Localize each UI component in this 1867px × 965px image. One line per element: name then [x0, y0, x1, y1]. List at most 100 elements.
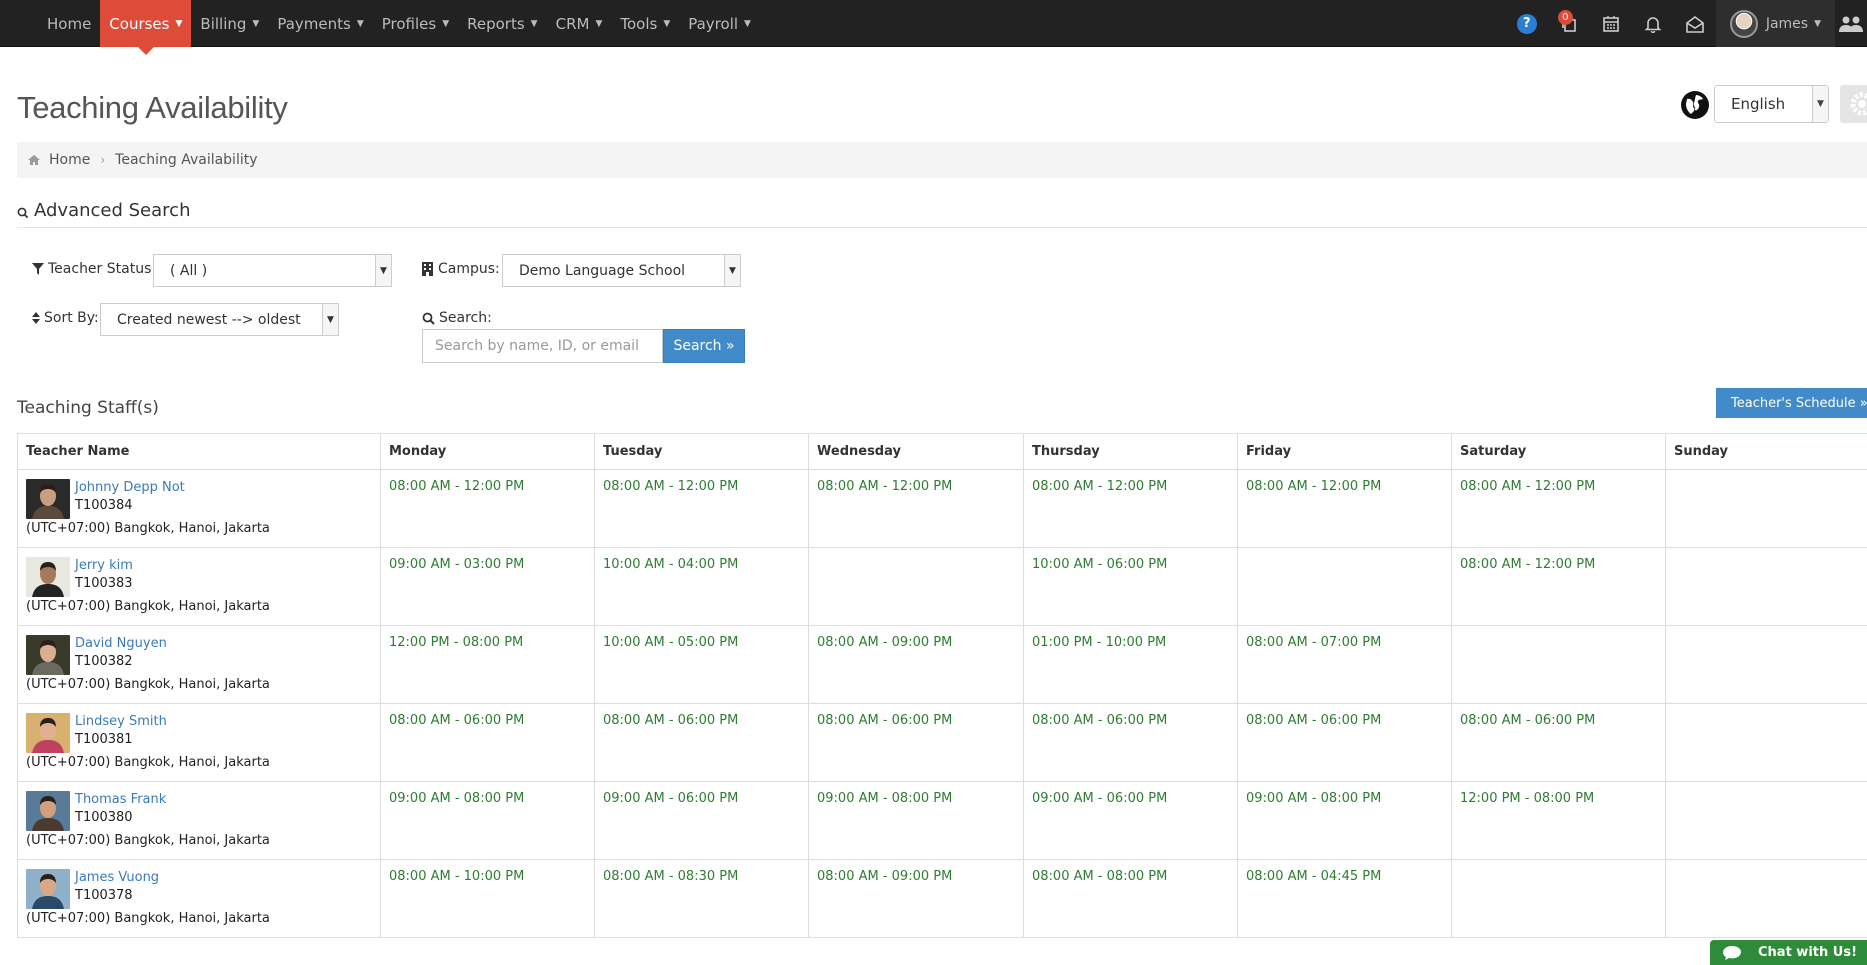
- availability-slot: 09:00 AM - 08:00 PM: [389, 791, 525, 806]
- availability-cell: 09:00 AM - 06:00 PM: [594, 781, 809, 860]
- availability-cell: [1665, 547, 1867, 626]
- chat-label: Chat with Us!: [1758, 945, 1857, 960]
- availability-slot: 09:00 AM - 08:00 PM: [1246, 791, 1382, 806]
- envelope-open-icon: [1686, 15, 1704, 33]
- notifications-button[interactable]: [1632, 0, 1674, 47]
- availability-cell: 12:00 PM - 08:00 PM: [380, 625, 595, 704]
- chevron-down-icon: ▼: [724, 255, 740, 286]
- language-select[interactable]: English ▼: [1714, 85, 1829, 123]
- teacher-name-link[interactable]: James Vuong: [26, 869, 372, 886]
- teacher-id: T100381: [75, 732, 133, 747]
- availability-cell: [1665, 859, 1867, 938]
- teacher-status-value: ( All ): [170, 262, 208, 279]
- availability-cell: 08:00 AM - 09:00 PM: [808, 625, 1024, 704]
- availability-cell: [1665, 469, 1867, 548]
- main-nav: Home Courses ▼ Billing ▼ Payments ▼ Profiles ▼ Re…: [38, 0, 760, 55]
- availability-cell: 08:00 AM - 12:00 PM: [1023, 469, 1238, 548]
- teacher-name-link[interactable]: Thomas Frank: [26, 791, 372, 808]
- nav-item-label: Home: [47, 14, 92, 33]
- nav-item-payroll[interactable]: Payroll ▼: [679, 0, 760, 47]
- help-button[interactable]: ?: [1506, 0, 1548, 47]
- availability-cell: 09:00 AM - 08:00 PM: [1237, 781, 1452, 860]
- breadcrumb-home-link[interactable]: Home: [49, 152, 90, 168]
- teacher-cell: Johnny Depp Not T100384 (UTC+07:00) Bangko…: [17, 469, 381, 548]
- filter-icon: [32, 263, 44, 275]
- availability-cell: [1451, 625, 1666, 704]
- teaching-staff-table: Teacher Name Monday Tuesday Wednesday Thursd…: [17, 433, 1867, 938]
- breadcrumb: Home › Teaching Availability: [17, 142, 1867, 178]
- availability-slot: 10:00 AM - 06:00 PM: [1032, 557, 1168, 572]
- availability-slot: 12:00 PM - 08:00 PM: [389, 635, 524, 650]
- availability-cell: 10:00 AM - 06:00 PM: [1023, 547, 1238, 626]
- availability-slot: 08:00 AM - 07:00 PM: [1246, 635, 1382, 650]
- teacher-id: T100383: [75, 576, 133, 591]
- tasks-button[interactable]: 0: [1548, 0, 1590, 47]
- search-input[interactable]: [422, 329, 663, 363]
- teacher-id: T100380: [75, 810, 133, 825]
- search-label: Search:: [422, 310, 492, 326]
- nav-item-crm[interactable]: CRM ▼: [547, 0, 612, 47]
- chevron-down-icon: ▼: [595, 18, 603, 29]
- sort-label: Sort By:: [32, 310, 99, 326]
- nav-item-label: Billing: [200, 14, 247, 33]
- nav-item-reports[interactable]: Reports ▼: [458, 0, 546, 47]
- nav-item-courses[interactable]: Courses ▼: [100, 0, 192, 55]
- campus-select[interactable]: Demo Language School ▼: [502, 254, 741, 287]
- availability-cell: 08:00 AM - 06:00 PM: [594, 703, 809, 782]
- availability-cell: [1665, 625, 1867, 704]
- user-name: James: [1765, 15, 1809, 32]
- chevron-down-icon: ▼: [356, 18, 364, 29]
- availability-slot: 08:00 AM - 12:00 PM: [603, 479, 739, 494]
- column-header-sunday: Sunday: [1665, 433, 1867, 470]
- nav-item-label: Payments: [277, 14, 351, 33]
- teacher-schedule-button[interactable]: Teacher's Schedule »: [1716, 388, 1867, 418]
- table-row: Thomas Frank T100380 (UTC+07:00) Bangkok, …: [17, 781, 1867, 860]
- availability-slot: 08:00 AM - 06:00 PM: [389, 713, 525, 728]
- user-menu[interactable]: James ▼: [1715, 0, 1835, 47]
- availability-slot: 08:00 AM - 12:00 PM: [817, 479, 953, 494]
- teacher-cell: David Nguyen T100382 (UTC+07:00) Bangkok, …: [17, 625, 381, 704]
- nav-item-home[interactable]: Home: [38, 0, 100, 47]
- nav-item-tools[interactable]: Tools ▼: [611, 0, 679, 47]
- sort-select[interactable]: Created newest --> oldest ▼: [100, 303, 339, 336]
- availability-slot: 08:00 AM - 09:00 PM: [817, 869, 953, 884]
- search-icon: [17, 207, 29, 218]
- availability-slot: 10:00 AM - 05:00 PM: [603, 635, 739, 650]
- teacher-photo: [26, 791, 70, 831]
- teacher-schedule-label: Teacher's Schedule »: [1731, 395, 1867, 411]
- building-icon: [422, 262, 433, 276]
- search-button[interactable]: Search »: [663, 329, 745, 363]
- availability-slot: 10:00 AM - 04:00 PM: [603, 557, 739, 572]
- chevron-down-icon: ▼: [1814, 18, 1821, 29]
- advanced-search-title: Advanced Search: [34, 200, 191, 221]
- teacher-photo: [26, 869, 70, 909]
- messages-button[interactable]: [1674, 0, 1716, 47]
- chat-button[interactable]: Chat with Us!: [1710, 940, 1867, 965]
- teacher-name-link[interactable]: David Nguyen: [26, 635, 372, 652]
- availability-slot: 08:00 AM - 12:00 PM: [1032, 479, 1168, 494]
- team-button[interactable]: [1835, 0, 1867, 47]
- availability-cell: 09:00 AM - 06:00 PM: [1023, 781, 1238, 860]
- availability-slot: 09:00 AM - 06:00 PM: [603, 791, 739, 806]
- teacher-cell: Jerry kim T100383 (UTC+07:00) Bangkok, Han…: [17, 547, 381, 626]
- teacher-status-select[interactable]: ( All ) ▼: [153, 254, 392, 287]
- sort-label-text: Sort By:: [44, 310, 99, 326]
- nav-item-profiles[interactable]: Profiles ▼: [373, 0, 458, 47]
- availability-slot: 08:00 AM - 06:00 PM: [817, 713, 953, 728]
- availability-cell: [1665, 781, 1867, 860]
- divider: [17, 227, 1867, 228]
- teacher-photo: [26, 713, 70, 753]
- availability-cell: 08:00 AM - 06:00 PM: [808, 703, 1024, 782]
- teacher-name-link[interactable]: Jerry kim: [26, 557, 372, 574]
- nav-item-label: Payroll: [688, 14, 739, 33]
- settings-button[interactable]: [1840, 85, 1867, 123]
- chevron-down-icon: ▼: [442, 18, 450, 29]
- nav-item-payments[interactable]: Payments ▼: [268, 0, 372, 47]
- teacher-name-link[interactable]: Johnny Depp Not: [26, 479, 372, 496]
- availability-slot: 08:00 AM - 06:00 PM: [1032, 713, 1168, 728]
- calendar-button[interactable]: [1590, 0, 1632, 47]
- globe-icon: [1681, 91, 1709, 119]
- nav-item-billing[interactable]: Billing ▼: [191, 0, 268, 47]
- teacher-name-link[interactable]: Lindsey Smith: [26, 713, 372, 730]
- navbar-right: ? 0 James ▼: [1506, 0, 1867, 47]
